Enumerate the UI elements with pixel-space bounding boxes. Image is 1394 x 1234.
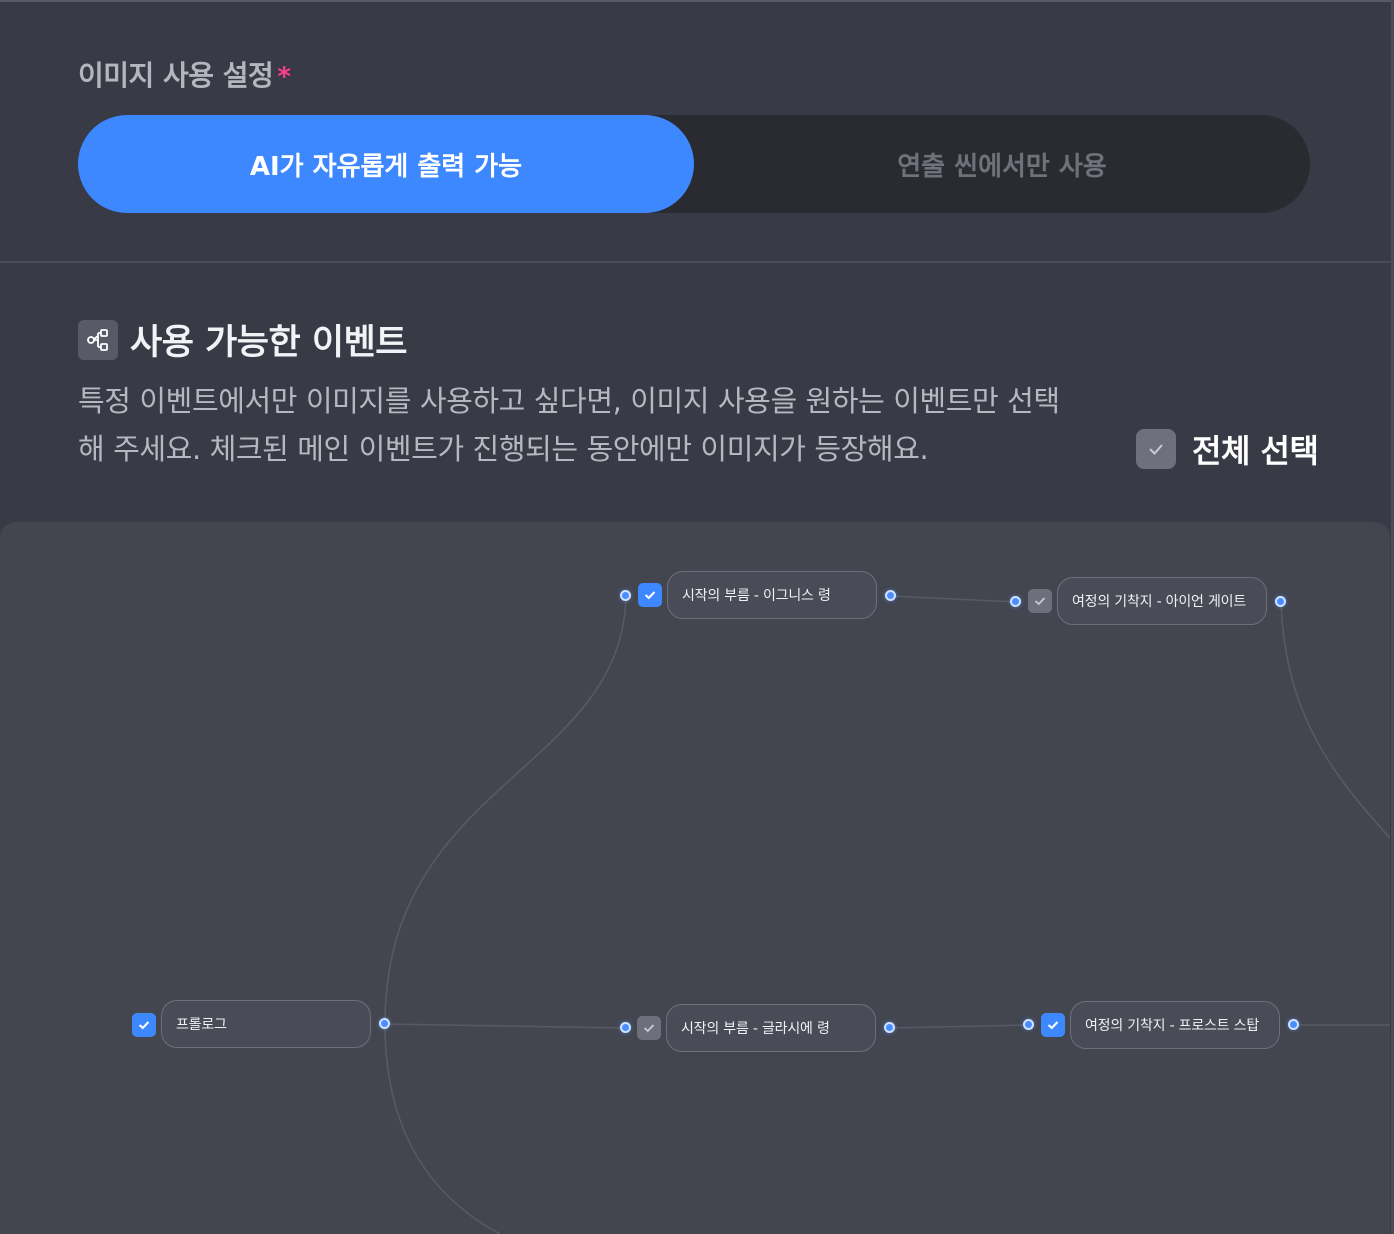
node-checkbox-frost-stop[interactable] <box>1041 1013 1065 1037</box>
section-divider <box>0 261 1394 263</box>
select-all-label: 전체 선택 <box>1192 432 1319 470</box>
event-graph-canvas[interactable]: 프롤로그 시작의 부름 - 이그니스 령 시작의 부름 - 글라시에 령 여정의… <box>0 522 1390 1234</box>
graph-edges <box>384 595 1390 1234</box>
top-border <box>0 0 1394 2</box>
node-checkbox-ignis[interactable] <box>638 583 662 607</box>
port-in-frost-stop[interactable] <box>1023 1019 1034 1030</box>
node-checkbox-prologue[interactable] <box>132 1013 156 1037</box>
edge-prologue-glacie <box>384 1023 627 1029</box>
node-checkbox-iron-gate[interactable] <box>1028 589 1052 613</box>
port-in-iron-gate[interactable] <box>1010 596 1021 607</box>
image-usage-toggle: AI가 자유롭게 출력 가능 연출 씬에서만 사용 <box>78 115 1310 213</box>
events-description-line-2: 해 주세요. 체크된 메인 이벤트가 진행되는 동안에만 이미지가 등장해요. <box>78 432 929 466</box>
check-icon <box>1149 444 1163 455</box>
edge-glacie-frost <box>889 1024 1030 1029</box>
edge-iron-out <box>1280 601 1390 839</box>
toggle-option-ai-free[interactable]: AI가 자유롭게 출력 가능 <box>78 115 694 213</box>
edge-ignis-iron <box>890 595 1017 603</box>
events-title: 사용 가능한 이벤트 <box>130 323 407 363</box>
event-node-frost-stop[interactable]: 여정의 기착지 - 프로스트 스탑 <box>1070 1001 1280 1049</box>
edge-prologue-down <box>384 1023 501 1234</box>
port-out-frost-stop[interactable] <box>1288 1019 1299 1030</box>
edge-prologue-ignis <box>384 595 627 1025</box>
port-in-ignis[interactable] <box>620 590 631 601</box>
port-out-prologue[interactable] <box>379 1018 390 1029</box>
port-out-glacie[interactable] <box>884 1022 895 1033</box>
required-mark: * <box>277 62 291 92</box>
event-node-ignis[interactable]: 시작의 부름 - 이그니스 령 <box>667 571 877 619</box>
port-out-ignis[interactable] <box>885 590 896 601</box>
events-description-line-1: 특정 이벤트에서만 이미지를 사용하고 싶다면, 이미지 사용을 원하는 이벤트… <box>78 384 1060 418</box>
event-node-glacie[interactable]: 시작의 부름 - 글라시에 령 <box>666 1004 876 1052</box>
check-icon <box>644 591 656 600</box>
events-header: 사용 가능한 이벤트 <box>78 314 407 365</box>
node-checkbox-glacie[interactable] <box>637 1016 661 1040</box>
event-node-prologue[interactable]: 프롤로그 <box>161 1000 371 1048</box>
port-in-glacie[interactable] <box>620 1022 631 1033</box>
image-settings-title-text: 이미지 사용 설정 <box>78 59 274 92</box>
port-out-iron-gate[interactable] <box>1275 596 1286 607</box>
share-graph-icon <box>78 319 118 360</box>
check-icon <box>1047 1021 1059 1030</box>
select-all-checkbox[interactable]: 전체 선택 <box>1136 426 1319 472</box>
toggle-option-scene-only[interactable]: 연출 씬에서만 사용 <box>694 115 1310 213</box>
event-node-iron-gate[interactable]: 여정의 기착지 - 아이언 게이트 <box>1057 577 1267 625</box>
select-all-box[interactable] <box>1136 429 1176 469</box>
image-settings-page: 이미지 사용 설정 * AI가 자유롭게 출력 가능 연출 씬에서만 사용 사용 … <box>0 0 1394 1234</box>
check-icon <box>643 1024 655 1033</box>
events-description: 특정 이벤트에서만 이미지를 사용하고 싶다면, 이미지 사용을 원하는 이벤트… <box>78 377 1118 473</box>
image-settings-title: 이미지 사용 설정 * <box>78 54 291 94</box>
check-icon <box>1034 597 1046 606</box>
check-icon <box>138 1021 150 1030</box>
